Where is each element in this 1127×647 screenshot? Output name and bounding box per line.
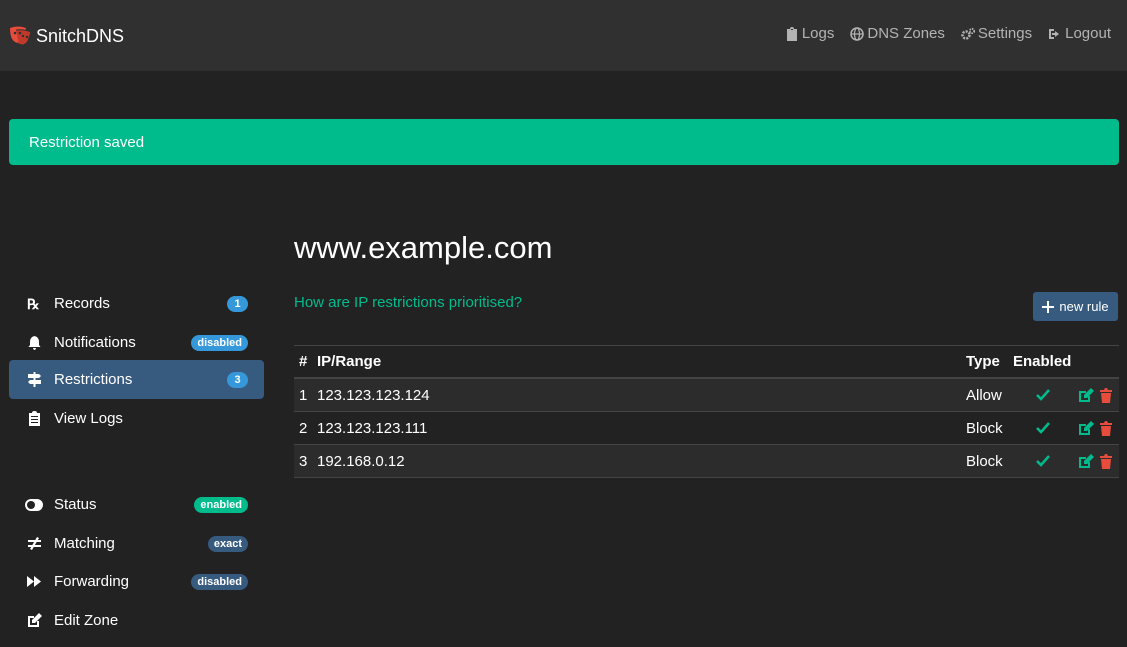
row-type: Block (966, 452, 1003, 470)
new-rule-button[interactable]: new rule (1033, 292, 1118, 321)
check-icon (1036, 455, 1050, 467)
table-header: # IP/Range Type Enabled (294, 345, 1119, 379)
enabled-cell (1013, 455, 1073, 467)
records-count-badge: 1 (227, 295, 248, 312)
actions-cell (1073, 420, 1119, 436)
row-ip: 123.123.123.124 (317, 386, 430, 404)
page-title: www.example.com (294, 230, 553, 265)
table-row: 1 123.123.123.124 Allow (294, 379, 1119, 412)
header-ip: IP/Range (317, 353, 382, 370)
signs-icon (25, 371, 43, 389)
status-badge: enabled (194, 496, 248, 513)
forwarding-badge: disabled (191, 573, 248, 590)
theater-masks-icon (10, 26, 32, 46)
nav-settings-link[interactable]: Settings (961, 25, 1032, 42)
nav-logs-link[interactable]: Logs (785, 25, 835, 42)
trash-icon[interactable] (1098, 387, 1114, 403)
sidebar-item-records[interactable]: ℞ Records 1 (9, 284, 264, 323)
check-icon (1036, 389, 1050, 401)
prescription-icon: ℞ (25, 295, 43, 313)
alert-message: Restriction saved (29, 133, 145, 151)
header-enabled: Enabled (1013, 353, 1072, 370)
restrictions-count-badge: 3 (227, 371, 248, 388)
new-rule-label: new rule (1059, 299, 1109, 314)
row-num: 2 (299, 419, 308, 437)
edit-icon (25, 612, 43, 630)
sidebar-item-view-logs[interactable]: View Logs (9, 399, 264, 438)
enabled-cell (1013, 422, 1073, 434)
nav-links: Logs DNS Zones Settings Logout (785, 25, 1111, 42)
toggle-icon (25, 496, 43, 514)
plus-icon (1042, 300, 1055, 313)
check-icon (1036, 422, 1050, 434)
success-alert: Restriction saved (9, 119, 1119, 165)
sidebar-item-status[interactable]: Status enabled (9, 485, 264, 524)
nav-logs-label: Logs (801, 25, 835, 42)
sidebar-item-label: View Logs (54, 410, 123, 427)
sidebar-item-edit-zone[interactable]: Edit Zone (9, 601, 264, 640)
trash-icon[interactable] (1098, 420, 1114, 436)
enabled-cell (1013, 389, 1073, 401)
bell-icon (25, 334, 43, 352)
matching-badge: exact (207, 535, 248, 552)
sidebar-item-restrictions[interactable]: Restrictions 3 (9, 360, 264, 399)
actions-cell (1073, 387, 1119, 403)
nav-settings-label: Settings (977, 25, 1033, 42)
gears-icon (961, 27, 975, 40)
fast-forward-icon (25, 573, 43, 591)
table-row: 3 192.168.0.12 Block (294, 445, 1119, 478)
clipboard-list-icon (25, 410, 43, 428)
trash-icon[interactable] (1098, 453, 1114, 469)
sidebar-item-forwarding[interactable]: Forwarding disabled (9, 562, 264, 601)
clipboard-icon (786, 26, 797, 41)
brand-name: SnitchDNS (36, 25, 125, 46)
row-num: 3 (299, 452, 308, 470)
nav-logout-label: Logout (1065, 25, 1111, 42)
svg-text:℞: ℞ (27, 296, 40, 311)
header-num: # (299, 353, 308, 370)
sidebar-item-matching[interactable]: Matching exact (9, 524, 264, 563)
not-equal-icon (25, 535, 43, 553)
actions-cell (1073, 453, 1119, 469)
navbar: SnitchDNS Logs DNS Zones Settings Logout (0, 0, 1127, 71)
notifications-status-badge: disabled (191, 334, 248, 351)
nav-dns-zones-label: DNS Zones (867, 25, 945, 42)
edit-icon[interactable] (1078, 387, 1094, 403)
brand-link[interactable]: SnitchDNS (8, 24, 124, 48)
nav-dns-zones-link[interactable]: DNS Zones (850, 25, 945, 42)
header-type: Type (966, 353, 1000, 370)
row-num: 1 (299, 386, 308, 404)
nav-logout-link[interactable]: Logout (1048, 25, 1111, 42)
sidebar-item-label: Edit Zone (54, 612, 119, 629)
edit-icon[interactable] (1078, 420, 1094, 436)
row-type: Block (966, 419, 1003, 437)
row-type: Allow (966, 386, 1002, 404)
edit-icon[interactable] (1078, 453, 1094, 469)
prioritisation-help-link[interactable]: How are IP restrictions prioritised? (294, 294, 522, 311)
sidebar-item-notifications[interactable]: Notifications disabled (9, 323, 264, 362)
row-ip: 123.123.123.111 (317, 419, 428, 437)
sign-out-icon (1049, 28, 1060, 39)
row-ip: 192.168.0.12 (317, 452, 405, 470)
table-row: 2 123.123.123.111 Block (294, 412, 1119, 445)
restrictions-table: # IP/Range Type Enabled 1 123.123.123.12… (294, 345, 1119, 478)
globe-icon (850, 26, 865, 41)
